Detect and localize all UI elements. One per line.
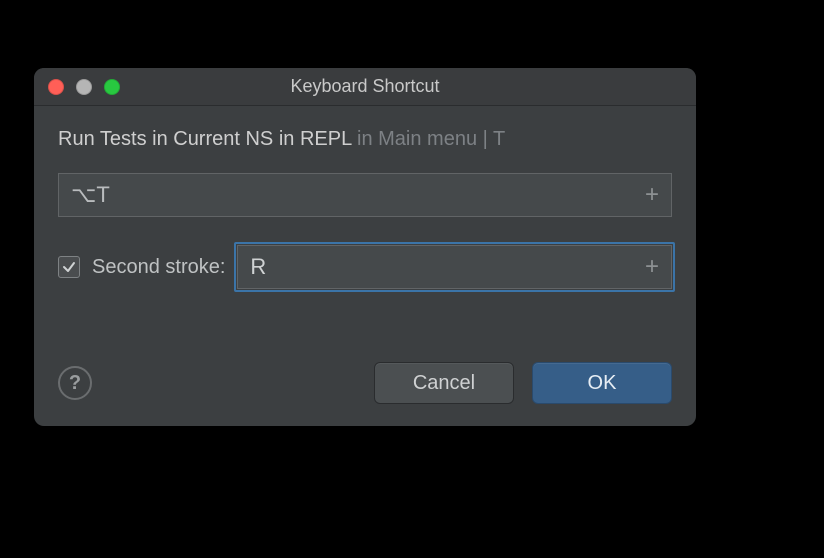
first-stroke-input[interactable]: ⌥T + xyxy=(58,173,672,217)
titlebar: Keyboard Shortcut xyxy=(34,68,696,106)
dialog-content: Run Tests in Current NS in REPL in Main … xyxy=(34,106,696,426)
first-stroke-value: ⌥T xyxy=(71,182,110,208)
second-stroke-value: R xyxy=(250,254,266,280)
window-controls xyxy=(48,79,120,95)
minimize-icon[interactable] xyxy=(76,79,92,95)
action-name: Run Tests in Current NS in REPL xyxy=(58,128,351,150)
second-stroke-input[interactable]: R + xyxy=(237,245,672,289)
plus-icon[interactable]: + xyxy=(645,181,659,209)
window-title: Keyboard Shortcut xyxy=(34,76,696,97)
ok-button[interactable]: OK xyxy=(532,362,672,404)
second-stroke-label: Second stroke: xyxy=(92,256,225,279)
help-icon: ? xyxy=(69,372,81,395)
action-context: in Main menu | T xyxy=(351,128,505,150)
help-button[interactable]: ? xyxy=(58,366,92,400)
check-icon xyxy=(62,260,76,274)
action-description: Run Tests in Current NS in REPL in Main … xyxy=(58,128,672,151)
keyboard-shortcut-dialog: Keyboard Shortcut Run Tests in Current N… xyxy=(34,68,696,426)
second-stroke-row: Second stroke: R + xyxy=(58,245,672,289)
plus-icon[interactable]: + xyxy=(645,253,659,281)
close-icon[interactable] xyxy=(48,79,64,95)
second-stroke-checkbox[interactable] xyxy=(58,256,80,278)
cancel-button[interactable]: Cancel xyxy=(374,362,514,404)
zoom-icon[interactable] xyxy=(104,79,120,95)
button-bar: ? Cancel OK xyxy=(58,362,672,404)
second-stroke-field-wrap: R + xyxy=(237,245,672,289)
